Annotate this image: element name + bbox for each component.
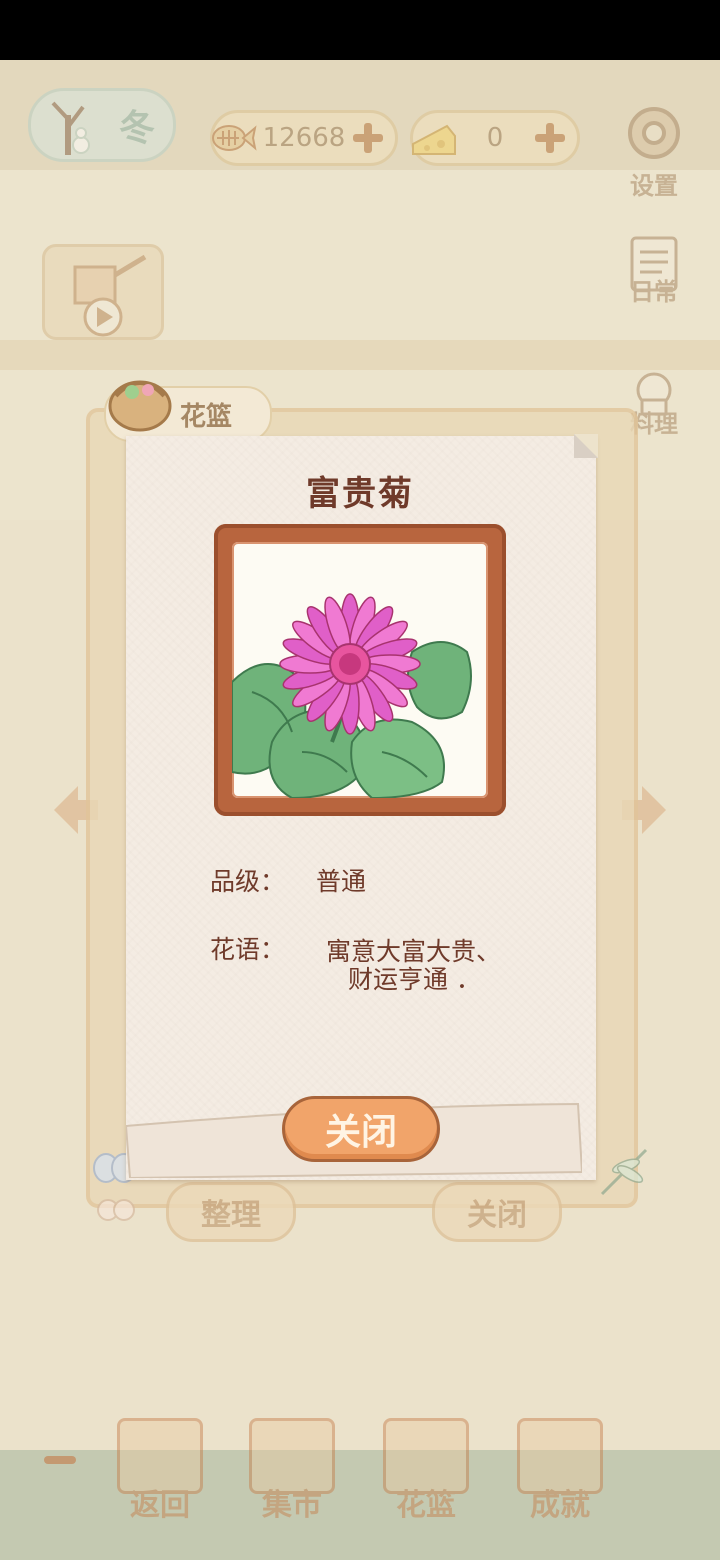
daily-button[interactable]: 日常 <box>612 234 696 324</box>
bottom-bar <box>0 1450 720 1560</box>
status-bar <box>0 0 720 60</box>
nav-market-label: 集市 <box>262 1488 322 1523</box>
gerbera-flower-illustration <box>232 593 472 798</box>
cheese-icon <box>412 124 456 155</box>
season-label: 冬 <box>118 108 155 149</box>
flower-image <box>232 542 488 798</box>
add-fish-button[interactable] <box>351 121 385 155</box>
fish-currency: 12668 <box>210 110 398 166</box>
season-badge[interactable]: 冬 <box>28 88 176 162</box>
basket-icon <box>108 380 172 432</box>
settings-label: 设置 <box>630 172 678 200</box>
flower-language-line-2: 财运亨通 ． <box>348 965 481 994</box>
cheese-currency-value: 0 <box>486 123 504 153</box>
nav-basket[interactable]: 花篮 <box>376 1418 476 1528</box>
close-card-button[interactable]: 关闭 <box>282 1096 440 1162</box>
nav-achievement[interactable]: 成就 <box>510 1418 610 1528</box>
add-cheese-button[interactable] <box>533 121 567 155</box>
watering-can-play-icon <box>73 254 147 337</box>
settings-button[interactable]: 设置 <box>614 98 694 200</box>
gear-icon <box>628 107 680 159</box>
paper-curl <box>574 434 598 458</box>
snow-tree-icon <box>51 101 90 155</box>
panel-close-button[interactable]: 关闭 <box>432 1182 562 1242</box>
nav-achievement-label: 成就 <box>530 1488 590 1523</box>
watering-video-button[interactable] <box>42 244 164 340</box>
nav-market[interactable]: 集市 <box>242 1418 342 1528</box>
nav-basket-label: 花篮 <box>396 1488 456 1523</box>
organize-button[interactable]: 整理 <box>166 1182 296 1242</box>
flower-language-label: 花语： <box>210 935 286 964</box>
fish-currency-value: 12668 <box>262 123 346 153</box>
cheese-currency: 0 <box>410 110 580 166</box>
collapse-icon[interactable] <box>44 1456 76 1464</box>
dragonfly-icon <box>600 1148 648 1196</box>
nav-back-label: 返回 <box>130 1488 190 1523</box>
flower-basket-tab[interactable]: 花篮 <box>104 380 272 442</box>
grade-value: 普通 <box>316 867 367 896</box>
flower-basket-tab-label: 花篮 <box>180 402 233 432</box>
flower-image-frame <box>214 524 506 816</box>
nav-back[interactable]: 返回 <box>110 1418 210 1528</box>
fish-bone-icon <box>212 125 257 151</box>
flower-name: 富贵菊 <box>306 474 414 514</box>
grade-label: 品级： <box>210 867 286 896</box>
